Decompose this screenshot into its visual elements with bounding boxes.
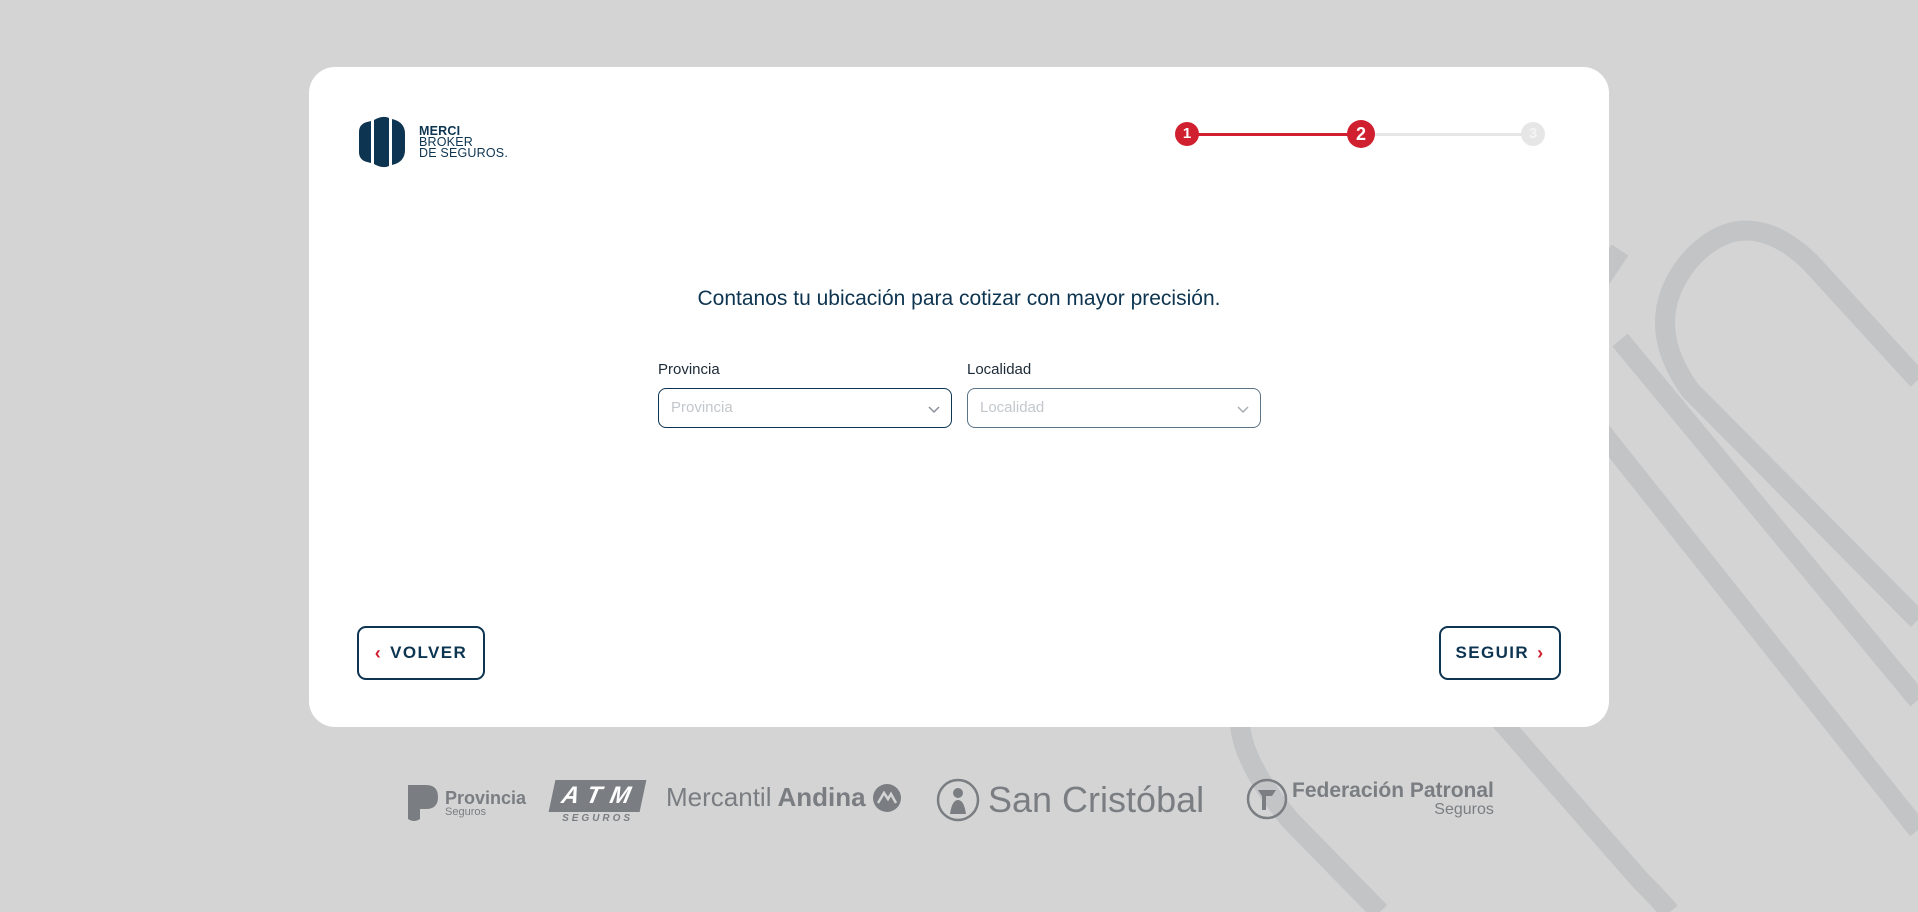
chevron-down-icon (928, 406, 940, 414)
provincia-select[interactable]: Provincia (658, 388, 952, 428)
partner-logos: Provincia Seguros ATM SEGUROS Mercantil … (0, 770, 1918, 850)
federacion-name: Federación Patronal (1292, 779, 1494, 802)
next-button-label: SEGUIR (1455, 643, 1530, 662)
mercantil-name-a: Mercantil (666, 782, 772, 812)
partner-atm: ATM SEGUROS (548, 780, 647, 824)
mercantil-name-b: Andina (777, 782, 866, 812)
step-connector-2 (1361, 133, 1533, 136)
back-button[interactable]: ‹ VOLVER (357, 626, 485, 680)
partner-provincia: Provincia Seguros (406, 783, 526, 823)
localidad-placeholder: Localidad (980, 399, 1045, 416)
partner-san-cristobal: San Cristóbal (936, 778, 1204, 822)
atm-name: ATM (548, 780, 647, 812)
localidad-label: Localidad (967, 361, 1032, 378)
back-button-label: VOLVER (390, 643, 468, 662)
provincia-name: Provincia (445, 787, 527, 808)
provincia-sub: Seguros (445, 805, 486, 818)
provincia-field: Provincia Provincia (658, 361, 952, 428)
provincia-label: Provincia (658, 361, 720, 378)
san-cristobal-logo-icon (936, 778, 980, 822)
page-title: Contanos tu ubicación para cotizar con m… (697, 287, 1221, 310)
step-connector-1 (1187, 133, 1361, 136)
partner-mercantil-andina: Mercantil Andina (666, 782, 902, 813)
next-button[interactable]: SEGUIR › (1439, 626, 1561, 680)
provincia-logo-icon (408, 785, 438, 821)
step-2: 2 (1347, 120, 1375, 148)
localidad-field: Localidad Localidad (967, 361, 1261, 428)
chevron-down-icon (1237, 406, 1249, 414)
step-1: 1 (1175, 122, 1199, 146)
san-cristobal-name: San Cristóbal (988, 779, 1205, 820)
step-3: 3 (1521, 122, 1545, 146)
brand-wordmark: MERCI BROKER DE SEGUROS. (419, 124, 509, 160)
merci-logo-icon (359, 116, 405, 168)
localidad-select[interactable]: Localidad (967, 388, 1261, 428)
brand-line-3: DE SEGUROS. (419, 145, 509, 160)
partner-federacion-patronal: Federación Patronal Seguros (1246, 778, 1494, 820)
atm-sub: SEGUROS (562, 813, 634, 824)
brand-logo[interactable]: MERCI BROKER DE SEGUROS. (357, 114, 508, 170)
quote-card: MERCI BROKER DE SEGUROS. 1 2 3 Contanos … (309, 67, 1609, 727)
provincia-placeholder: Provincia (671, 399, 733, 416)
progress-stepper: 1 2 3 (1175, 120, 1545, 150)
chevron-left-icon: ‹ (374, 642, 383, 663)
chevron-right-icon: › (1537, 642, 1545, 663)
federacion-logo-icon (1246, 778, 1288, 820)
federacion-sub: Seguros (1434, 801, 1494, 818)
mercantil-logo-icon (872, 783, 901, 812)
